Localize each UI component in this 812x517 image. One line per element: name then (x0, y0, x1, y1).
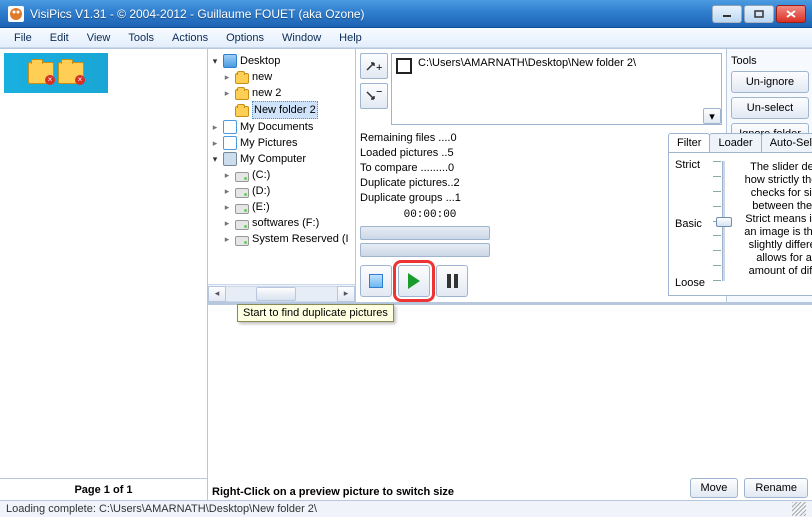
resize-grip[interactable] (792, 502, 806, 516)
tree-new2[interactable]: new 2 (252, 85, 281, 101)
tree-new[interactable]: new (252, 69, 272, 85)
folder-icon (235, 106, 249, 117)
duplicate-group-thumb[interactable]: × × (4, 53, 108, 93)
slider-description: The slider determines how strictly the p… (743, 159, 812, 289)
scroll-left-button[interactable]: ◂ (208, 286, 226, 302)
tree-sysres[interactable]: System Reserved (I (252, 231, 349, 247)
label-basic: Basic (675, 218, 705, 230)
window-title: VisiPics V1.31 - © 2004-2012 - Guillaume… (30, 7, 712, 21)
menu-help[interactable]: Help (331, 30, 370, 46)
drive-icon (235, 220, 249, 230)
menu-actions[interactable]: Actions (164, 30, 216, 46)
scroll-right-button[interactable]: ▸ (337, 286, 355, 302)
documents-icon (223, 120, 237, 134)
play-tooltip: Start to find duplicate pictures (237, 304, 394, 322)
tree-e[interactable]: (E:) (252, 199, 270, 215)
slider-knob[interactable] (716, 217, 732, 227)
svg-text:−: − (376, 89, 382, 98)
stat-remaining: Remaining files ....0 (360, 131, 500, 146)
tab-filter[interactable]: Filter (668, 133, 710, 152)
pictures-icon (223, 136, 237, 150)
label-strict: Strict (675, 159, 705, 171)
tab-loader[interactable]: Loader (709, 133, 761, 152)
unignore-button[interactable]: Un-ignore (731, 71, 809, 93)
tree-desktop[interactable]: Desktop (240, 53, 280, 69)
progress-1 (360, 226, 490, 240)
close-button[interactable] (776, 5, 806, 23)
svg-text:+: + (376, 62, 382, 73)
statistics: Remaining files ....0 Loaded pictures ..… (360, 131, 500, 257)
tree-c[interactable]: (C:) (252, 167, 270, 183)
tree-hscrollbar[interactable]: ◂ ▸ (208, 284, 355, 302)
maximize-button[interactable] (744, 5, 774, 23)
menu-file[interactable]: File (6, 30, 40, 46)
desktop-icon (223, 54, 237, 68)
unselect-button[interactable]: Un-select (731, 97, 809, 119)
path-dropdown-button[interactable]: ▾ (703, 108, 721, 124)
thumb-folder-icon: × (28, 62, 54, 84)
menu-window[interactable]: Window (274, 30, 329, 46)
stat-loaded: Loaded pictures ..5 (360, 146, 500, 161)
film-icon (395, 57, 413, 75)
slider-labels: Strict Basic Loose (675, 159, 705, 289)
tree-mydocs[interactable]: My Documents (240, 119, 313, 135)
minimize-button[interactable] (712, 5, 742, 23)
drive-icon (235, 188, 249, 198)
stat-dupgroups: Duplicate groups ...1 (360, 191, 500, 206)
menu-edit[interactable]: Edit (42, 30, 77, 46)
tab-autoselect[interactable]: Auto-Select (761, 133, 812, 152)
menu-tools[interactable]: Tools (120, 30, 162, 46)
preview-rename-button[interactable]: Rename (744, 478, 808, 498)
drive-icon (235, 172, 249, 182)
left-panel: × × Page 1 of 1 (0, 49, 208, 500)
stat-compare: To compare .........0 (360, 161, 500, 176)
preview-hint: Right-Click on a preview picture to swit… (212, 486, 454, 498)
drive-icon (235, 236, 249, 246)
folder-tree-panel: ▾Desktop ▸new ▸new 2 New folder 2 ▸My Do… (208, 49, 356, 302)
menubar: File Edit View Tools Actions Options Win… (0, 28, 812, 48)
tree-d[interactable]: (D:) (252, 183, 270, 199)
path-text: C:\Users\AMARNATH\Desktop\New folder 2\ (416, 54, 638, 124)
label-loose: Loose (675, 277, 705, 289)
status-bar: Loading complete: C:\Users\AMARNATH\Desk… (0, 500, 812, 517)
tree-mypics[interactable]: My Pictures (240, 135, 297, 151)
center-panel: + − C:\Users\AMARNATH\Desktop\New folder… (356, 49, 726, 302)
remove-folder-button[interactable]: − (360, 83, 388, 109)
stat-timer: 00:00:00 (360, 208, 500, 223)
app-icon (8, 6, 24, 22)
page-indicator: Page 1 of 1 (0, 478, 207, 500)
tree-mycomp[interactable]: My Computer (240, 151, 306, 167)
play-button[interactable] (398, 265, 430, 297)
pause-button[interactable] (436, 265, 468, 297)
scroll-thumb[interactable] (256, 287, 296, 301)
add-folder-button[interactable]: + (360, 53, 388, 79)
drive-icon (235, 204, 249, 214)
tools-header: Tools (731, 55, 808, 67)
tree-f[interactable]: softwares (F:) (252, 215, 319, 231)
folder-icon (235, 89, 249, 100)
status-text: Loading complete: C:\Users\AMARNATH\Desk… (6, 503, 317, 515)
preview-area[interactable]: Right-Click on a preview picture to swit… (208, 304, 812, 500)
preview-move-button[interactable]: Move (690, 478, 739, 498)
menu-options[interactable]: Options (218, 30, 272, 46)
computer-icon (223, 152, 237, 166)
tree-newfolder2[interactable]: New folder 2 (252, 101, 318, 119)
thumb-folder-icon: × (58, 62, 84, 84)
folder-tree[interactable]: ▾Desktop ▸new ▸new 2 New folder 2 ▸My Do… (208, 49, 355, 284)
strictness-slider[interactable] (713, 159, 735, 289)
stat-duppics: Duplicate pictures..2 (360, 176, 500, 191)
filter-panel: Filter Loader Auto-Select Strict Basic L… (668, 133, 812, 301)
progress-2 (360, 243, 490, 257)
titlebar: VisiPics V1.31 - © 2004-2012 - Guillaume… (0, 0, 812, 28)
folder-icon (235, 73, 249, 84)
stop-button[interactable] (360, 265, 392, 297)
thumbnail-area[interactable]: × × (0, 49, 207, 478)
menu-view[interactable]: View (79, 30, 119, 46)
path-list[interactable]: C:\Users\AMARNATH\Desktop\New folder 2\ … (391, 53, 722, 125)
scroll-track[interactable] (226, 286, 337, 302)
